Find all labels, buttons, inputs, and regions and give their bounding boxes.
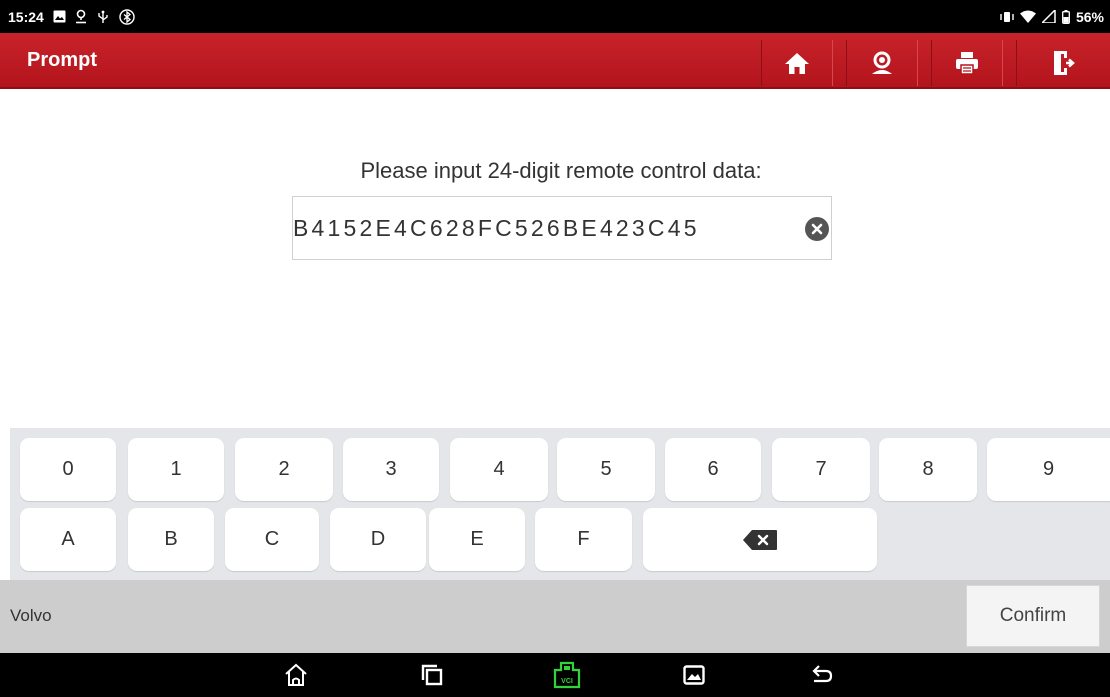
key-4[interactable]: 4: [450, 438, 548, 501]
battery-percent: 56%: [1075, 8, 1104, 25]
wifi-icon: [1019, 10, 1036, 23]
battery-icon: [1062, 9, 1070, 24]
screen: 15:24 56% Prompt Please input 24-digit r…: [0, 0, 1110, 697]
home-icon: [285, 663, 307, 686]
vci-icon: VCI: [553, 661, 581, 689]
print-icon: [956, 52, 978, 75]
signal-icon: [1041, 10, 1056, 23]
location-icon: [75, 9, 87, 24]
image-icon: [53, 10, 66, 23]
home-button[interactable]: [761, 40, 833, 86]
usb-icon: [96, 10, 110, 24]
prompt-label: Please input 24-digit remote control dat…: [360, 158, 762, 183]
footer-bar: Volvo Confirm: [0, 580, 1110, 653]
clear-input-button[interactable]: [805, 217, 829, 241]
nav-gallery-button[interactable]: [680, 661, 708, 689]
close-icon: [811, 223, 823, 235]
backspace-icon: [743, 529, 777, 550]
exit-button[interactable]: [1016, 40, 1110, 86]
nav-vci-button[interactable]: VCI: [550, 661, 584, 689]
vehicle-brand: Volvo: [10, 606, 52, 625]
nav-recents-button[interactable]: [418, 661, 446, 689]
bluetooth-icon: [119, 8, 135, 25]
key-c[interactable]: C: [225, 508, 319, 571]
key-a[interactable]: A: [20, 508, 116, 571]
vci-label: VCI: [561, 678, 573, 685]
key-9[interactable]: 9: [987, 438, 1110, 501]
home-icon: [785, 53, 809, 74]
key-f[interactable]: F: [535, 508, 632, 571]
key-8[interactable]: 8: [879, 438, 977, 501]
nav-home-button[interactable]: [282, 661, 310, 689]
key-d[interactable]: D: [330, 508, 426, 571]
remote-data-input[interactable]: B4152E4C628FC526BE423C45: [292, 196, 832, 260]
support-icon: [872, 51, 892, 74]
key-e[interactable]: E: [429, 508, 525, 571]
key-6[interactable]: 6: [665, 438, 761, 501]
key-b[interactable]: B: [128, 508, 214, 571]
status-time: 15:24: [8, 8, 44, 25]
recents-icon: [421, 664, 443, 686]
key-3[interactable]: 3: [343, 438, 439, 501]
confirm-button[interactable]: Confirm: [966, 585, 1100, 647]
key-0[interactable]: 0: [20, 438, 116, 501]
backspace-key[interactable]: [643, 508, 877, 571]
status-bar: 15:24 56%: [0, 0, 1110, 33]
vibrate-icon: [1000, 11, 1014, 23]
hex-keyboard: 0 1 2 3 4 5 6 7 8 9 A B C D E F: [10, 428, 1110, 580]
nav-back-button[interactable]: [808, 661, 836, 689]
back-icon: [812, 665, 833, 683]
key-1[interactable]: 1: [128, 438, 224, 501]
title-bar: Prompt: [0, 33, 1110, 89]
remote-data-value: B4152E4C628FC526BE423C45: [293, 214, 700, 241]
navigation-bar: VCI: [0, 653, 1110, 697]
support-button[interactable]: [846, 40, 918, 86]
key-2[interactable]: 2: [235, 438, 333, 501]
print-button[interactable]: [931, 40, 1003, 86]
gallery-icon: [683, 665, 705, 685]
key-7[interactable]: 7: [772, 438, 870, 501]
key-5[interactable]: 5: [557, 438, 655, 501]
page-title: Prompt: [27, 49, 97, 71]
exit-icon: [1053, 51, 1075, 75]
